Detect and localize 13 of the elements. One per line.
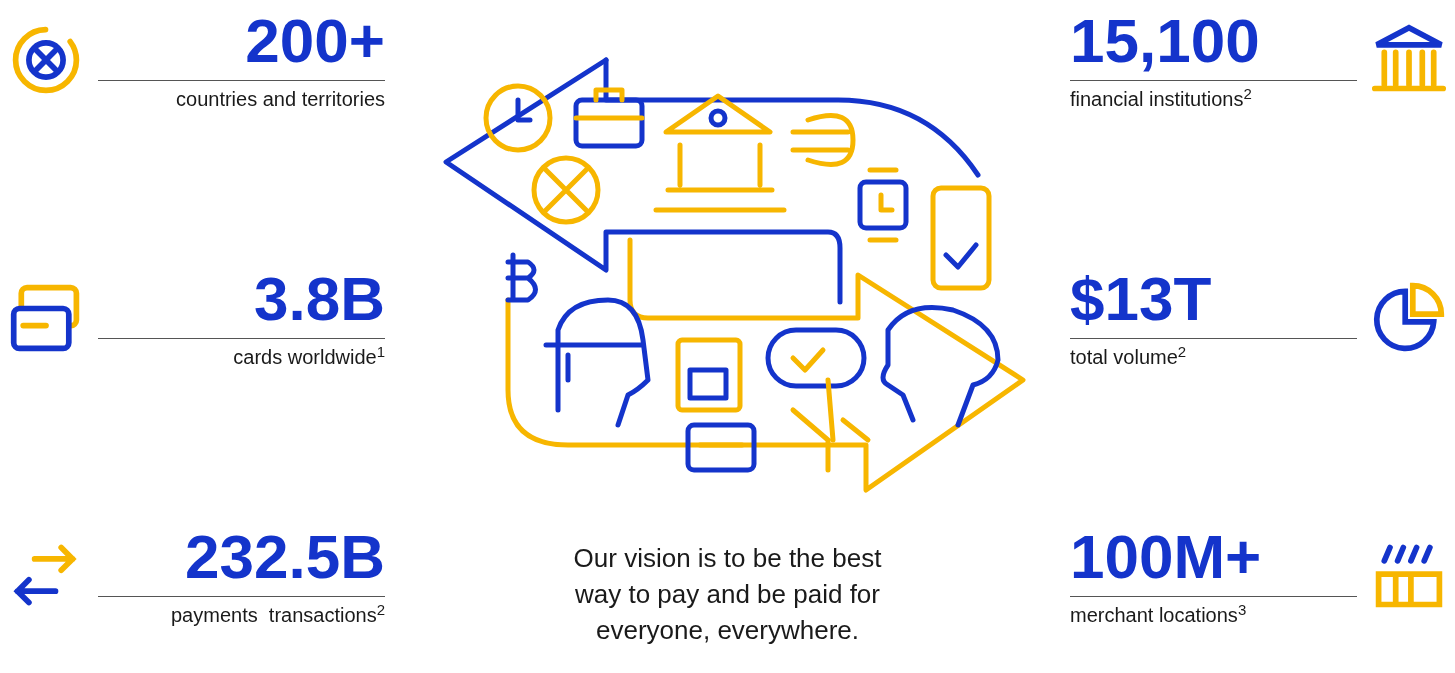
stat-value: 232.5B (185, 522, 385, 592)
stat-value: 100M+ (1070, 522, 1262, 592)
stat-value: $13T (1070, 264, 1212, 334)
stat-label: financial institutions$^{2}$ (1070, 85, 1252, 112)
vision-statement: Our vision is to be the best way to pay and be paid for everyone, everywhere. (572, 542, 883, 647)
stat-label: payments transactions$^{2}$ (171, 601, 385, 628)
stat-label: countries and territories (176, 87, 385, 112)
stat-label: merchant locations$^{3}$ (1070, 601, 1247, 628)
stat-value: 200+ (245, 6, 385, 76)
stat-label: cards worldwide$^{1}$ (233, 343, 385, 370)
stat-label: total volume$^{2}$ (1070, 343, 1187, 370)
stat-value: 15,100 (1070, 6, 1260, 76)
stat-value: 3.8B (254, 264, 385, 334)
